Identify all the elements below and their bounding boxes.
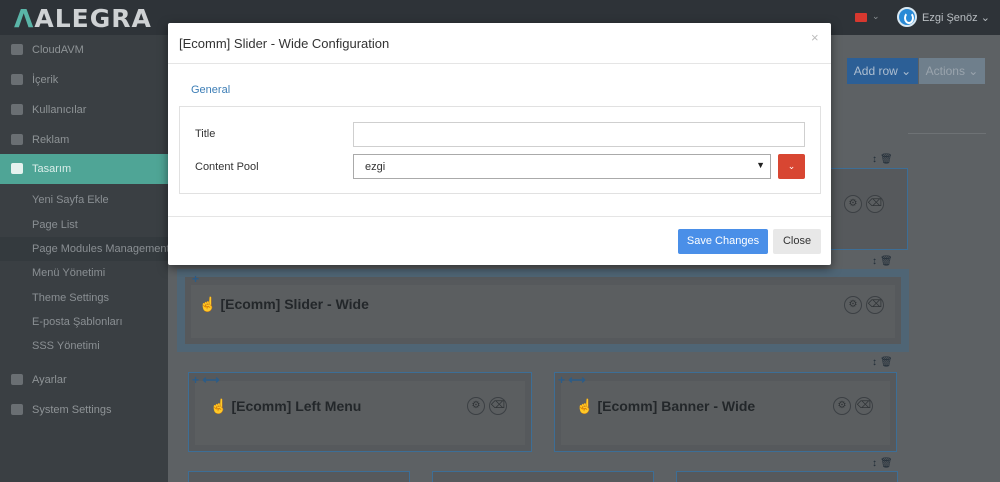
trash-icon[interactable]: ⌫ [855,397,873,415]
move-vertical-icon[interactable]: ↕ [872,256,880,267]
dropdown-arrow-icon: ▼ [756,160,765,170]
trash-icon[interactable]: 🗑 [880,357,896,368]
cart-icon [11,134,23,145]
wrench-icon[interactable]: ⚙ [844,195,862,213]
module-box[interactable] [188,471,410,482]
sidebar-subitem-yeni-sayfa[interactable]: Yeni Sayfa Ekle [0,188,168,212]
move-vertical-icon[interactable]: ↕ [872,458,880,469]
wrench-icon[interactable]: ⚙ [467,397,485,415]
title-input[interactable] [353,122,805,147]
add-icon[interactable]: + ⟷ [558,373,586,387]
monitor-icon [11,163,23,174]
alegra-logo[interactable]: ΛALEGRA [14,4,152,33]
row-tools[interactable]: ↕🗑 [872,256,896,267]
sidebar-subitem-page-list[interactable]: Page List [0,213,168,237]
module-box[interactable] [432,471,654,482]
sidebar-item-icerik[interactable]: İçerik [0,65,168,95]
cloud-icon [11,44,23,55]
user-avatar[interactable] [897,7,917,27]
move-vertical-icon[interactable]: ↕ [872,154,880,165]
sidebar-subitem-page-modules[interactable]: Page Modules Management [0,237,170,261]
add-icon[interactable]: + [192,272,199,286]
module-box[interactable] [676,471,898,482]
hand-pointer-icon: ☝ [576,398,594,414]
content-pool-dropdown-button[interactable]: ⌄ [778,154,805,179]
wrench-icon [11,374,23,385]
tab-general[interactable]: General [191,84,230,96]
sidebar-item-cloudavm[interactable]: CloudAVM [0,35,168,65]
wrench-icon[interactable]: ⚙ [844,296,862,314]
hand-pointer-icon: ☝ [210,398,228,414]
sidebar-item-ayarlar[interactable]: Ayarlar [0,365,168,395]
logo-text: ALEGRA [34,4,152,33]
sitemap-icon [11,404,23,415]
content-pool-value: ezgi [365,161,386,173]
row-tools[interactable]: ↕🗑 [872,154,896,165]
general-fields [179,106,821,194]
sidebar-subitem-sss-yonetimi[interactable]: SSS Yönetimi [0,334,168,358]
sidebar-subitem-theme-settings[interactable]: Theme Settings [0,286,168,310]
user-name: Ezgi Şenöz [922,12,978,24]
close-button[interactable]: Close [773,229,821,254]
module-title: ☝ [Ecomm] Slider - Wide [199,296,369,312]
sidebar-item-system-settings[interactable]: System Settings [0,395,168,425]
row-tools[interactable]: ↕🗑 [872,458,896,469]
sidebar: CloudAVM İçerik Kullanıcılar Reklam Tasa… [0,35,170,482]
sidebar-subitem-eposta-sablonlari[interactable]: E-posta Şablonları [0,310,168,334]
save-changes-button[interactable]: Save Changes [678,229,768,254]
trash-icon[interactable]: ⌫ [866,195,884,213]
sidebar-subitem-menu-yonetimi[interactable]: Menü Yönetimi [0,261,168,285]
title-label: Title [195,128,216,140]
divider [908,133,986,134]
row-tools[interactable]: ↕🗑 [872,357,896,368]
module-title: ☝ [Ecomm] Left Menu [210,398,362,414]
trash-icon[interactable]: 🗑 [880,154,896,165]
trash-icon[interactable]: 🗑 [880,256,896,267]
turkish-flag-icon[interactable] [855,13,867,22]
add-row-button[interactable]: Add row ⌄ [847,58,918,84]
logo-mark: Λ [14,4,35,33]
module-title: ☝ [Ecomm] Banner - Wide [576,398,756,414]
wrench-icon[interactable]: ⚙ [833,397,851,415]
chevron-down-icon: ⌄ [787,161,796,171]
hand-pointer-icon: ☝ [199,296,217,312]
chevron-down-icon[interactable]: ⌄ [872,11,880,22]
user-menu[interactable]: Ezgi Şenöz ⌄ [922,11,990,24]
sidebar-item-reklam[interactable]: Reklam [0,125,168,155]
user-icon [11,104,23,115]
modal-header: [Ecomm] Slider - Wide Configuration × [168,23,831,64]
modal-title: [Ecomm] Slider - Wide Configuration [179,36,390,51]
trash-icon[interactable]: ⌫ [866,296,884,314]
sidebar-item-kullanicilar[interactable]: Kullanıcılar [0,95,168,125]
sidebar-item-tasarim[interactable]: Tasarım [0,154,168,184]
move-vertical-icon[interactable]: ↕ [872,357,880,368]
configuration-modal: [Ecomm] Slider - Wide Configuration × Ge… [168,23,831,265]
trash-icon[interactable]: ⌫ [489,397,507,415]
database-icon [11,74,23,85]
modal-footer-divider [168,216,831,217]
add-icon[interactable]: + ⟷ [192,373,220,387]
actions-button[interactable]: Actions ⌄ [919,58,985,84]
close-icon[interactable]: × [811,30,819,45]
content-pool-select[interactable]: ezgi ▼ [353,154,771,179]
trash-icon[interactable]: 🗑 [880,458,896,469]
content-pool-label: Content Pool [195,161,259,173]
